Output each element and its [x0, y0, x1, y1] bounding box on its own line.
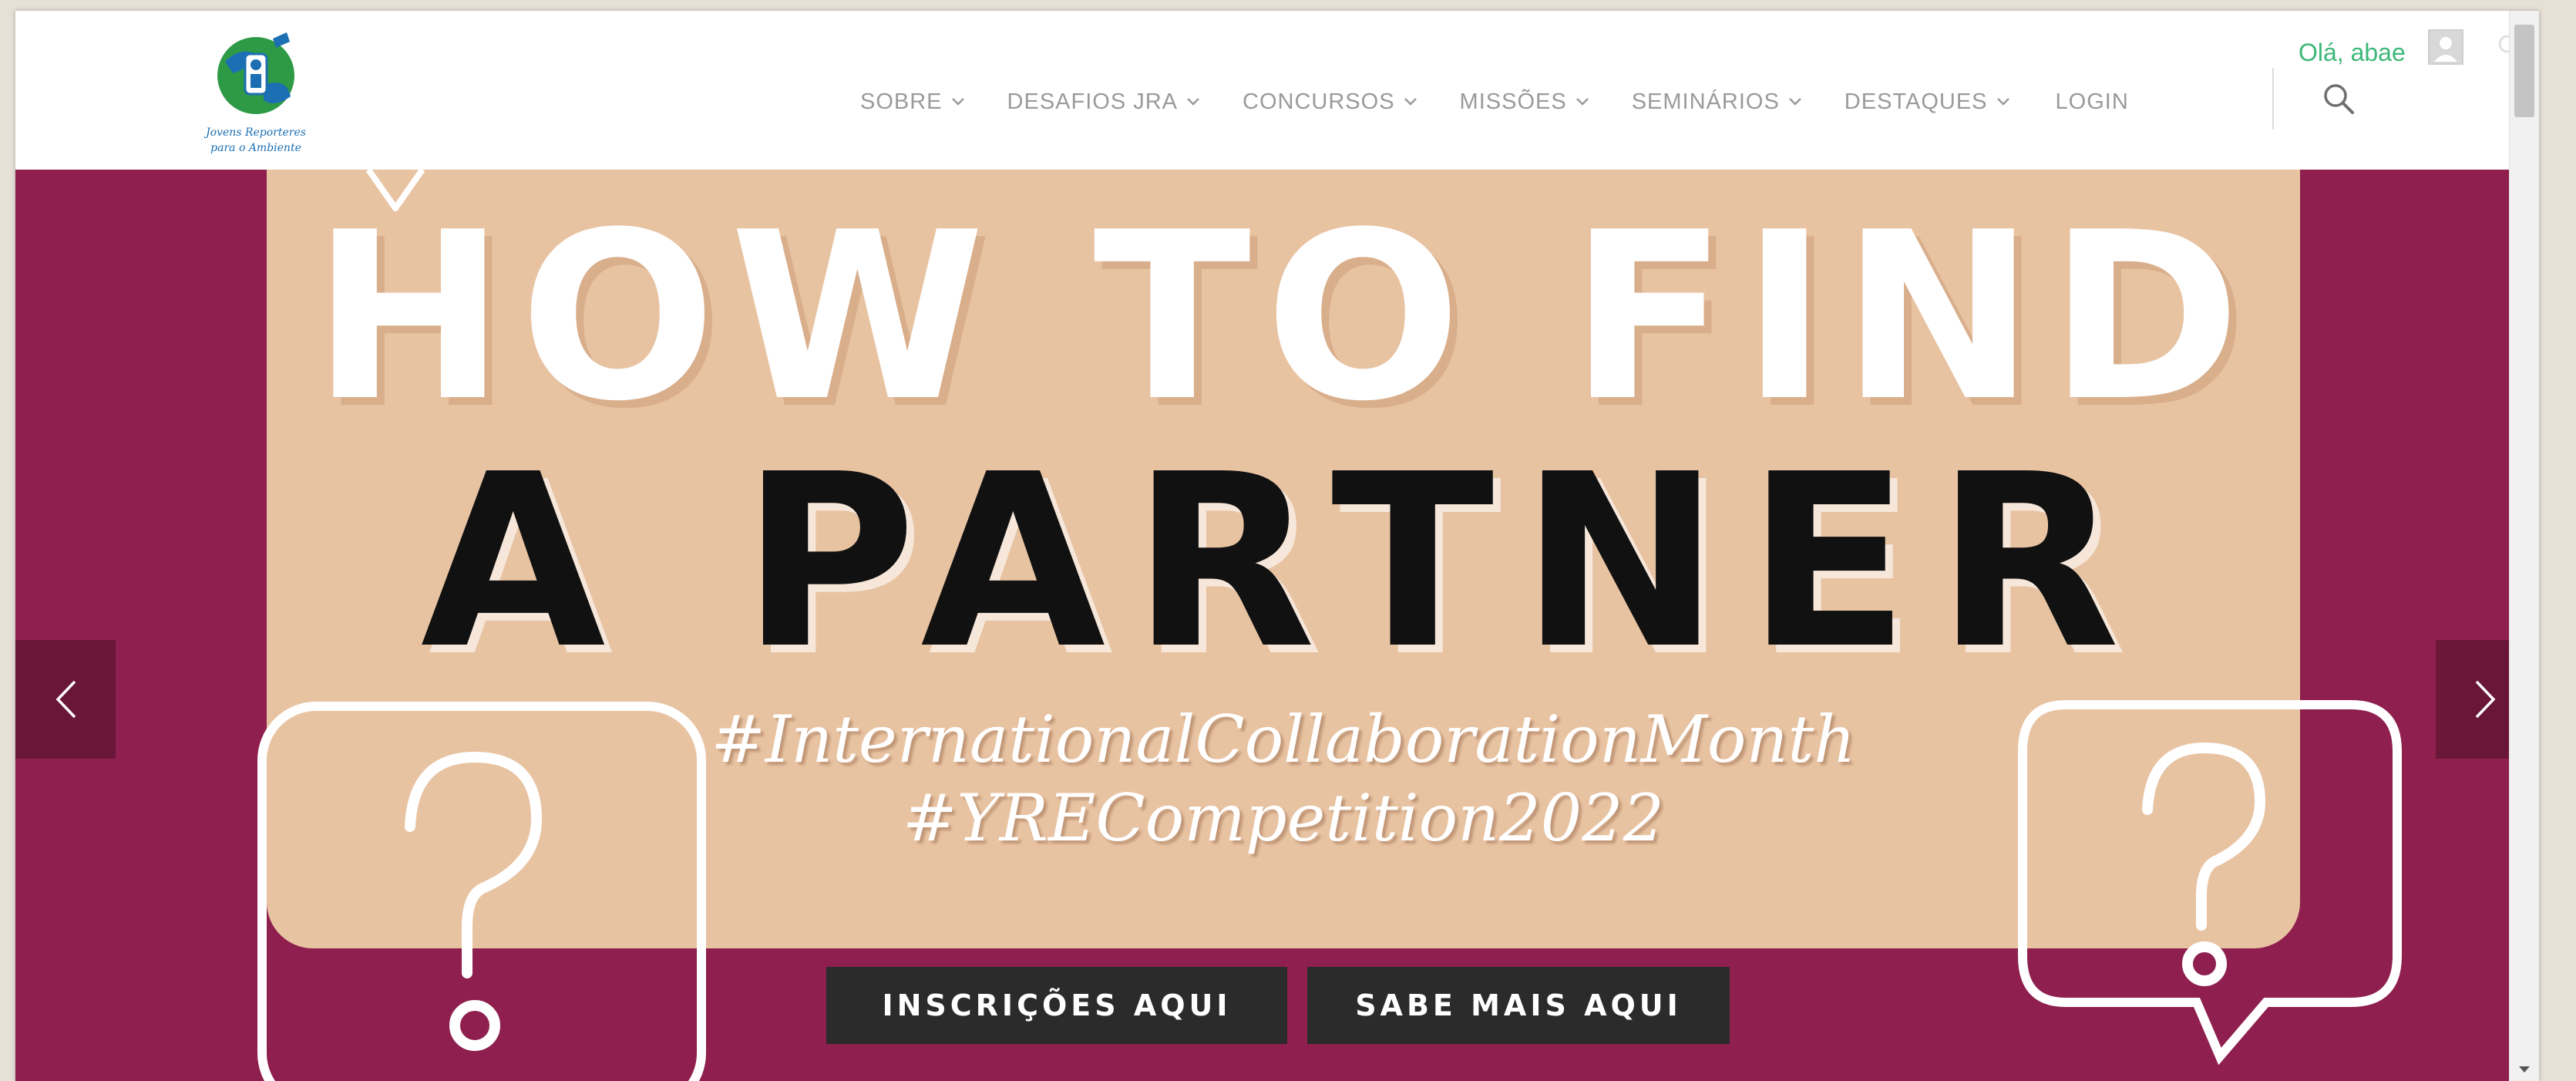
nav-label: CONCURSOS [1243, 89, 1395, 114]
site-logo[interactable]: Jovens Reporteres para o Ambiente [179, 31, 333, 162]
nav-item-desafios-jra[interactable]: DESAFIOS JRA [1007, 89, 1200, 115]
chevron-down-icon [1576, 98, 1589, 106]
search-icon[interactable] [2320, 80, 2359, 119]
nav-item-sobre[interactable]: SOBRE [860, 89, 964, 115]
login-link[interactable]: LOGIN [2056, 89, 2129, 115]
vertical-scrollbar[interactable] [2509, 11, 2539, 1081]
nav-item-seminarios[interactable]: SEMINÁRIOS [1632, 89, 1801, 115]
user-icon [2434, 37, 2457, 62]
chevron-down-icon [1404, 98, 1417, 106]
logo-line-2: para o Ambiente [210, 142, 301, 154]
hero-title-line-2: A PARTNER [420, 423, 2147, 702]
site-header: Jovens Reporteres para o Ambiente SOBRE … [15, 11, 2539, 170]
chevron-left-icon [55, 680, 76, 719]
nav-label: SOBRE [860, 89, 943, 114]
avatar[interactable] [2428, 29, 2463, 65]
nav-label: SEMINÁRIOS [1631, 89, 1780, 114]
hero-title-line-1: HOW TO FIND [311, 183, 2255, 452]
chevron-down-icon [1187, 98, 1199, 106]
scrollbar-thumb[interactable] [2514, 25, 2534, 117]
hero-banner: HOW TO FIND A PARTNER #InternationalColl… [15, 170, 2539, 1081]
chevron-down-icon [1788, 98, 1801, 106]
question-bubble-icon [2018, 700, 2402, 1066]
chevron-down-icon [951, 98, 964, 106]
browser-window: Jovens Reporteres para o Ambiente SOBRE … [15, 11, 2539, 1081]
nav-item-destaques[interactable]: DESTAQUES [1845, 89, 2009, 115]
nav-label: DESTAQUES [1844, 89, 1988, 114]
register-button[interactable]: INSCRIÇÕES AQUI [826, 967, 1287, 1044]
nav-item-concursos[interactable]: CONCURSOS [1243, 89, 1417, 115]
user-greeting[interactable]: Olá, abae [2299, 39, 2406, 67]
nav-label: MISSÕES [1459, 89, 1567, 114]
question-bubble-icon [257, 702, 706, 1081]
chevron-down-icon [1996, 98, 2009, 106]
nav-label: DESAFIOS JRA [1007, 89, 1179, 114]
scroll-down-arrow-icon[interactable] [2517, 1064, 2531, 1075]
slider-prev-button[interactable] [15, 640, 116, 759]
nav-divider [2272, 68, 2274, 130]
learn-more-button[interactable]: SABE MAIS AQUI [1307, 967, 1730, 1044]
chevron-right-icon [2475, 680, 2496, 719]
main-nav: SOBRE DESAFIOS JRA CONCURSOS MISSÕES SEM… [860, 71, 2129, 133]
nav-item-missoes[interactable]: MISSÕES [1460, 89, 1589, 115]
logo-line-1: Jovens Reporteres [203, 126, 306, 139]
